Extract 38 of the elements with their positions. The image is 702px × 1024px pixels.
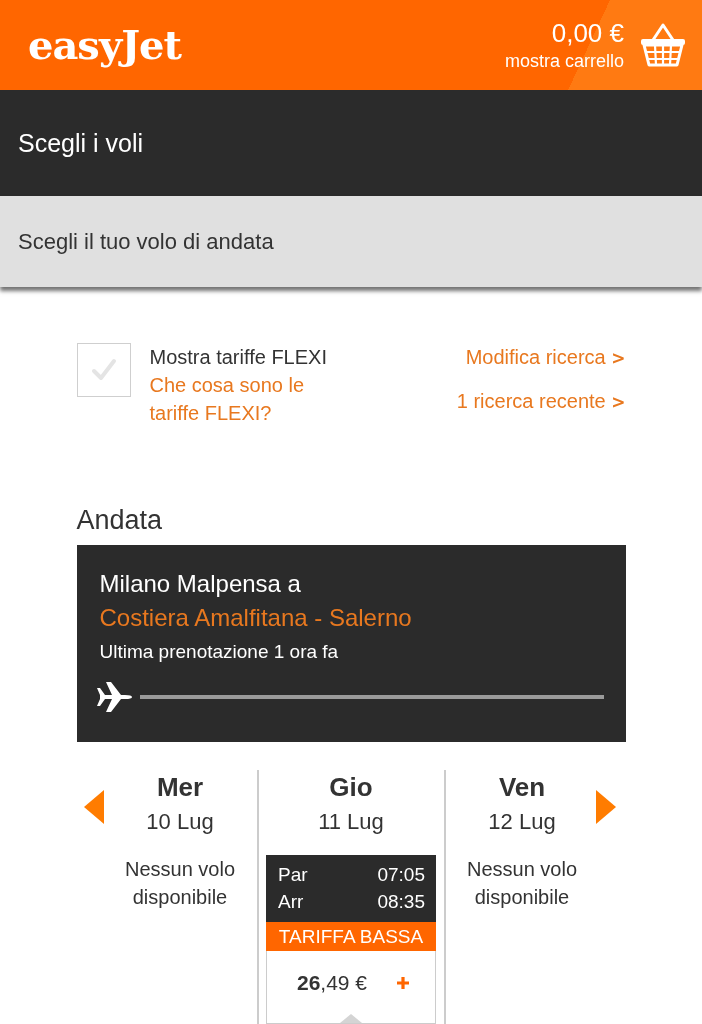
airplane-icon — [96, 681, 133, 713]
caret-left-icon — [83, 790, 104, 824]
caret-right-icon — [595, 790, 616, 824]
cart-total: 0,00 € — [551, 17, 624, 49]
search-link[interactable]: Modifica ricerca > — [465, 343, 626, 372]
show-cart-link[interactable]: mostra carrello — [504, 49, 624, 73]
flexi-checkbox[interactable] — [76, 343, 131, 397]
day-date: 12 Lug — [488, 808, 556, 836]
no-flights-message: Nessun volo disponibile — [465, 857, 579, 910]
day-date: 11 Lug — [318, 808, 384, 836]
fare-type-band: TARIFFA BASSA — [266, 922, 436, 951]
route-destination: Costiera Amalfitana - Salerno — [98, 603, 413, 633]
departure-label: Par — [278, 863, 308, 887]
logo[interactable]: easyJet — [28, 21, 181, 69]
no-flights-message: Nessun volo disponibile — [123, 857, 237, 910]
caret-up-icon — [340, 1014, 362, 1023]
previous-day-button[interactable] — [83, 790, 104, 824]
last-booking-text: Ultima prenotazione 1 ora fa — [98, 640, 340, 664]
arrival-label: Arr — [278, 890, 304, 914]
shopping-basket-icon[interactable] — [640, 22, 686, 68]
next-day-button[interactable] — [595, 790, 616, 824]
fare-price: 26,49 € — [296, 970, 368, 996]
day-date: 10 Lug — [146, 808, 214, 836]
page-title: Scegli i voli — [18, 128, 144, 158]
day-name: Ven — [498, 771, 546, 804]
flexi-info-link[interactable]: Che cosa sono le tariffe FLEXI? — [149, 371, 350, 427]
day-name: Mer — [156, 771, 204, 804]
checkmark-icon — [90, 358, 117, 382]
flight-card[interactable]: Par 07:05 Arr 08:35 TARIFFA BASSA 26,49 € — [266, 855, 436, 1024]
departure-time: 07:05 — [377, 863, 425, 887]
day-name: Gio — [329, 771, 373, 804]
search-link[interactable]: 1 ricerca recente > — [456, 387, 626, 416]
section-heading: Andata — [76, 504, 164, 536]
checkbox-label: Mostra tariffe FLEXI — [149, 345, 328, 370]
page-subtitle: Scegli il tuo volo di andata — [18, 228, 274, 255]
route-origin: Milano Malpensa a — [98, 569, 302, 599]
arrival-time: 08:35 — [377, 890, 425, 914]
plus-icon[interactable] — [397, 977, 410, 989]
